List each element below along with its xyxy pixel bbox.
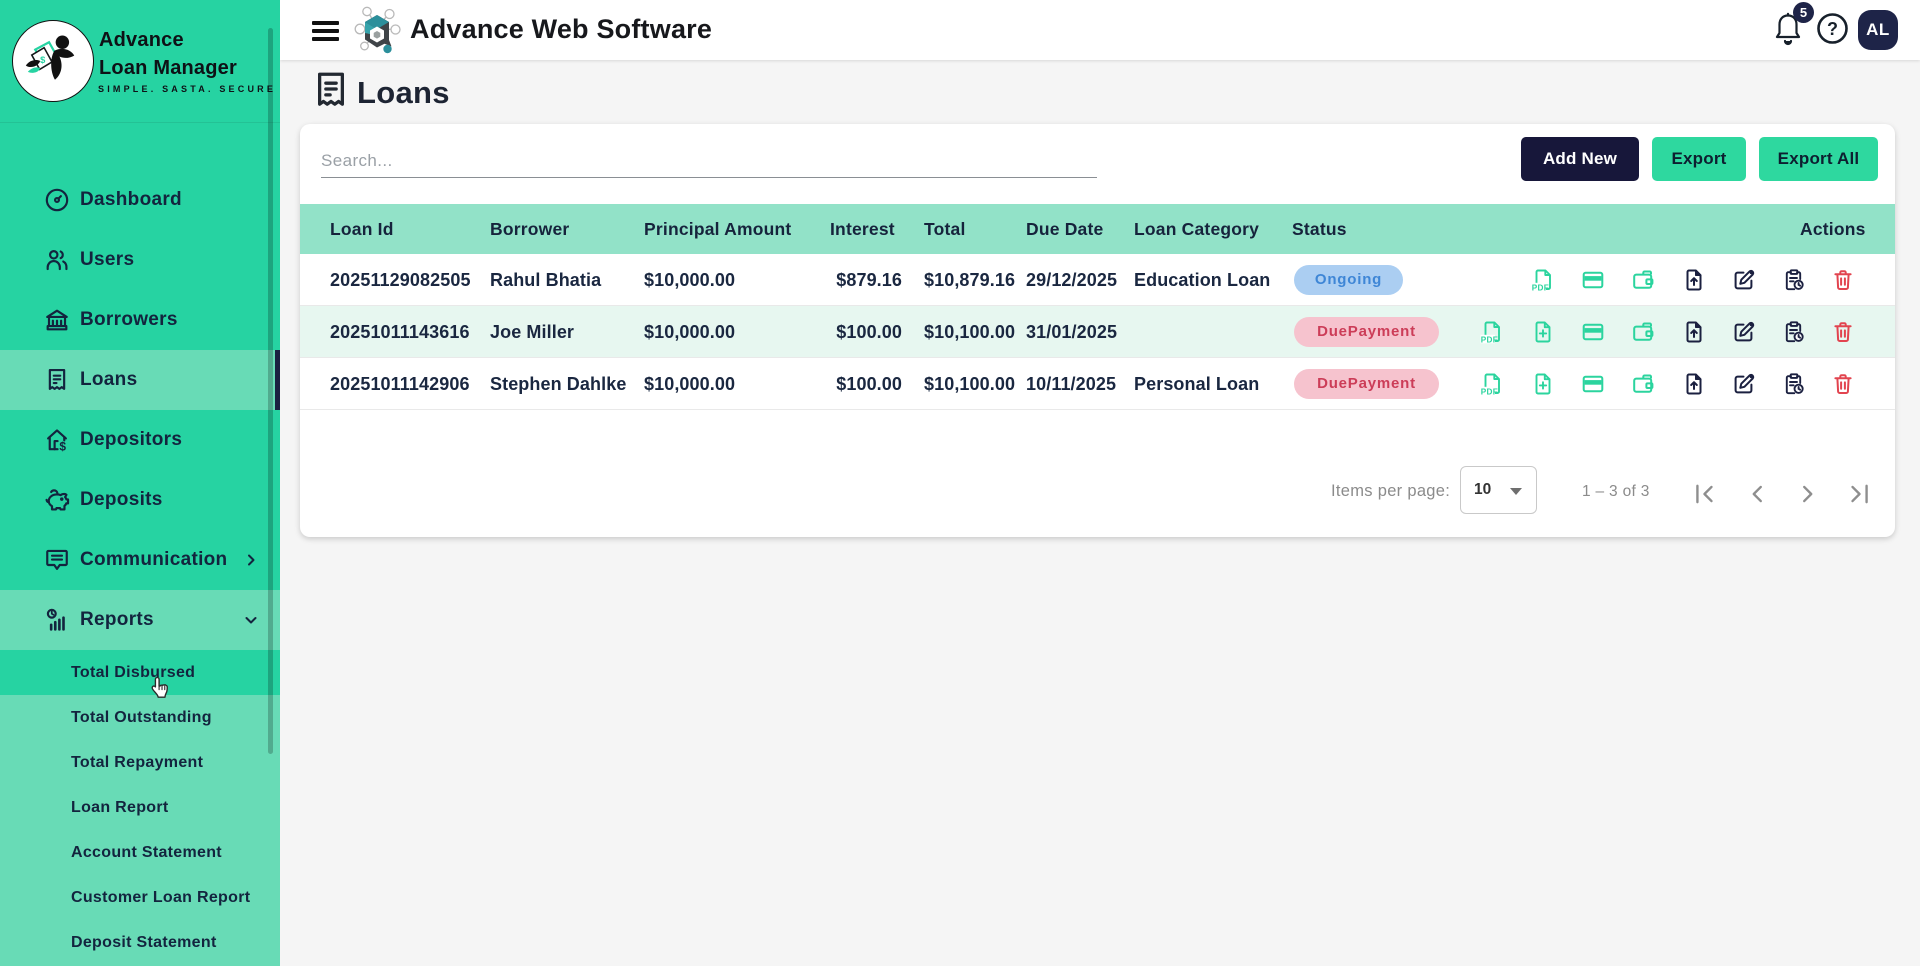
svg-text:$: $ xyxy=(40,55,46,65)
svg-text:?: ? xyxy=(1827,19,1838,39)
svg-text:$: $ xyxy=(59,439,66,453)
